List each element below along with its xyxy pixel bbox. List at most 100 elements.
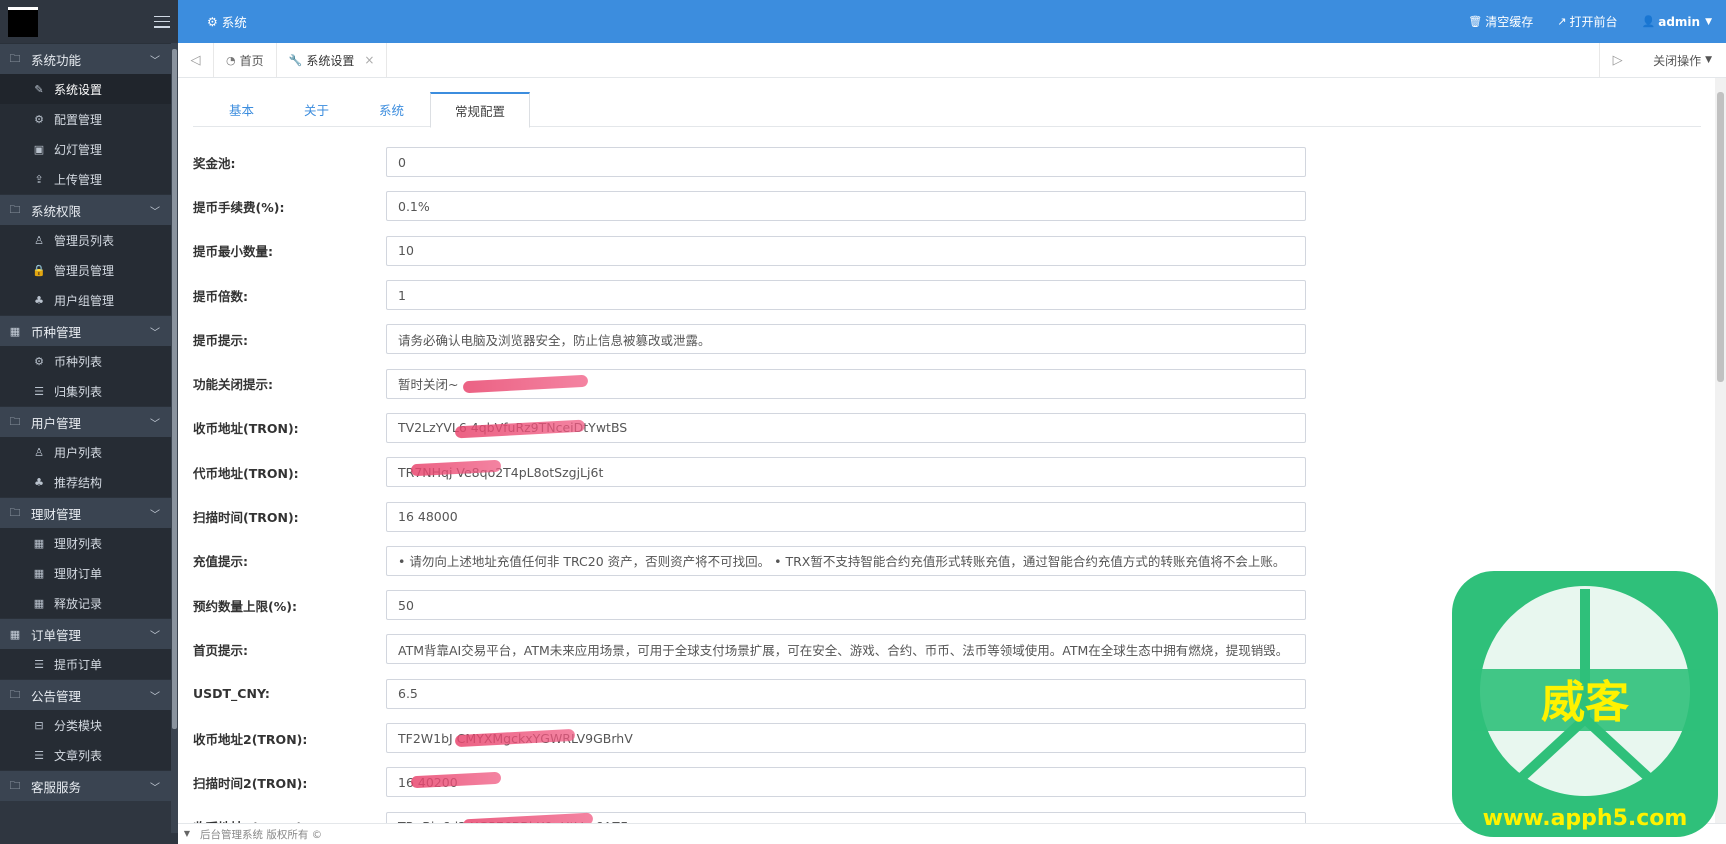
sidebar-item[interactable]: ▦ 理财订单 bbox=[0, 558, 178, 588]
sidebar-group: 🗀 用户管理 ﹀ ♙ 用户列表 ♣ 推荐结构 bbox=[0, 406, 178, 497]
field-input[interactable]: 0 bbox=[386, 147, 1306, 178]
sidebar-item[interactable]: ♣ 推荐结构 bbox=[0, 467, 178, 497]
sidebar: 🗀 系统功能 ﹀ ✎ 系统设置 ⚙ 配置管理 ▣ 幻灯管理 ⇪ 上传管理 🗀 系统权限 ﹀ ♙ 管理员列表 🔒 管… bbox=[0, 0, 178, 844]
field-label: 收币地址(TRON): bbox=[193, 421, 299, 437]
sidebar-item[interactable]: ♣ 用户组管理 bbox=[0, 285, 178, 315]
footer-text: 后台管理系统 版权所有 © bbox=[200, 828, 323, 841]
main-scroll-thumb[interactable] bbox=[1717, 92, 1724, 382]
menu-toggle-icon[interactable] bbox=[154, 15, 170, 28]
sidebar-item-label: 币种列表 bbox=[54, 354, 103, 369]
field-input[interactable]: 请务必确认电脑及浏览器安全，防止信息被篡改或泄露。 bbox=[386, 324, 1306, 355]
sidebar-item-label: 理财列表 bbox=[54, 536, 103, 551]
tab-system-settings-label: 系统设置 bbox=[306, 53, 355, 68]
field-input[interactable]: TR7NHqj Ve8qo2T4pL8otSzgjLj6t bbox=[386, 457, 1306, 488]
form-row: 功能关闭提示: 暂时关闭~ bbox=[193, 361, 1701, 405]
tab-system-settings[interactable]: 🔧 系统设置 × bbox=[277, 43, 388, 77]
caret-down-icon: ▼ bbox=[1705, 55, 1712, 65]
sidebar-scrollbar[interactable] bbox=[171, 43, 178, 833]
sidebar-group-header[interactable]: 🗀 公告管理 ﹀ bbox=[0, 679, 178, 710]
sidebar-item-label: 管理员管理 bbox=[54, 263, 115, 278]
caret-down-icon: ▼ bbox=[1705, 16, 1712, 27]
settings-tabs: 基本 关于 系统 常规配置 bbox=[193, 92, 1701, 128]
sidebar-group-label: 订单管理 bbox=[31, 627, 82, 643]
field-label: 首页提示: bbox=[193, 642, 248, 658]
sidebar-item[interactable]: ☰ 提币订单 bbox=[0, 649, 178, 679]
wrench-icon: ✎ bbox=[34, 82, 44, 96]
sidebar-item[interactable]: ☰ 文章列表 bbox=[0, 740, 178, 770]
grid-icon: ▦ bbox=[9, 324, 21, 338]
grid-icon: ▦ bbox=[9, 627, 21, 641]
field-input[interactable]: 16 40200 bbox=[386, 767, 1306, 798]
wrench-icon: 🔧 bbox=[288, 53, 303, 67]
clear-cache-button[interactable]: 🗑 清空缓存 bbox=[1468, 13, 1533, 30]
upload-icon: ⇪ bbox=[34, 172, 44, 186]
section-title[interactable]: ⚙ 系统 bbox=[207, 12, 247, 31]
tab-scroll-right-icon[interactable]: ▷ bbox=[1599, 43, 1635, 77]
sidebar-item-label: 释放记录 bbox=[54, 596, 103, 611]
field-label: 充值提示: bbox=[193, 554, 248, 570]
settings-tab[interactable]: 基本 bbox=[193, 92, 278, 127]
cogs-icon: ⚙ bbox=[34, 112, 44, 126]
field-input[interactable]: 0.1% bbox=[386, 191, 1306, 222]
sidebar-scroll-thumb[interactable] bbox=[172, 49, 177, 729]
folder-icon: 🗀 bbox=[9, 505, 21, 519]
scroll-down-arrow-icon[interactable]: ▼ bbox=[178, 823, 196, 844]
sidebar-group-header[interactable]: 🗀 系统权限 ﹀ bbox=[0, 194, 178, 225]
sidebar-group-header[interactable]: 🗀 用户管理 ﹀ bbox=[0, 406, 178, 437]
page-tab-strip: ◁ ◔ 首页 🔧 系统设置 × ▷ 关闭操作 ▼ bbox=[178, 43, 1726, 78]
user-menu[interactable]: 👤 admin ▼ bbox=[1642, 15, 1712, 29]
sidebar-item[interactable]: ⚙ 配置管理 bbox=[0, 104, 178, 134]
close-operations-label: 关闭操作 bbox=[1653, 53, 1702, 68]
sidebar-item-label: 提币订单 bbox=[54, 657, 103, 672]
sidebar-item[interactable]: ⇪ 上传管理 bbox=[0, 164, 178, 194]
sidebar-group-header[interactable]: 🗀 客服服务 ﹀ bbox=[0, 770, 178, 801]
settings-tab[interactable]: 系统 bbox=[355, 92, 428, 127]
sidebar-item[interactable]: ♙ 管理员列表 bbox=[0, 225, 178, 255]
logo-area bbox=[0, 0, 178, 43]
field-input[interactable]: 50 bbox=[386, 590, 1306, 621]
form-row: 奖金池: 0 bbox=[193, 140, 1701, 184]
sidebar-item[interactable]: ▦ 释放记录 bbox=[0, 588, 178, 618]
field-input[interactable]: 16 48000 bbox=[386, 501, 1306, 532]
field-input[interactable]: ATM背靠AI交易平台，ATM未来应用场景，可用于全球支付场景扩展，可在安全、游… bbox=[386, 634, 1306, 665]
sidebar-group-label: 客服服务 bbox=[31, 779, 82, 795]
user-icon: ♙ bbox=[34, 233, 44, 247]
sidebar-group-header[interactable]: ▦ 订单管理 ﹀ bbox=[0, 618, 178, 649]
open-front-button[interactable]: ↗ 打开前台 bbox=[1557, 13, 1617, 30]
sidebar-group-label: 系统权限 bbox=[31, 203, 82, 219]
tab-home[interactable]: ◔ 首页 bbox=[214, 43, 277, 77]
sidebar-group-header[interactable]: ▦ 币种管理 ﹀ bbox=[0, 315, 178, 346]
sidebar-item[interactable]: ☰ 归集列表 bbox=[0, 376, 178, 406]
sidebar-group-header[interactable]: 🗀 系统功能 ﹀ bbox=[0, 43, 178, 74]
sidebar-item[interactable]: ▦ 理财列表 bbox=[0, 528, 178, 558]
chevron-down-icon: ﹀ bbox=[150, 691, 160, 703]
sidebar-item[interactable]: ✎ 系统设置 bbox=[0, 74, 178, 104]
field-input[interactable]: 6.5 bbox=[386, 678, 1306, 709]
settings-tab[interactable]: 关于 bbox=[280, 92, 353, 127]
close-tab-icon[interactable]: × bbox=[364, 53, 374, 67]
close-operations-button[interactable]: 关闭操作 ▼ bbox=[1635, 43, 1726, 77]
sidebar-item[interactable]: ♙ 用户列表 bbox=[0, 437, 178, 467]
clear-cache-label: 清空缓存 bbox=[1485, 15, 1534, 29]
tab-scroll-left-icon[interactable]: ◁ bbox=[178, 43, 214, 77]
sidebar-item[interactable]: ▣ 幻灯管理 bbox=[0, 134, 178, 164]
sidebar-item-label: 系统设置 bbox=[54, 82, 103, 97]
grid-icon: ▦ bbox=[33, 566, 45, 580]
settings-tab[interactable]: 常规配置 bbox=[430, 92, 531, 128]
sidebar-group-label: 理财管理 bbox=[31, 506, 82, 522]
sidebar-group-header[interactable]: 🗀 理财管理 ﹀ bbox=[0, 497, 178, 528]
field-label: 提币最小数量: bbox=[193, 244, 273, 260]
field-label: 功能关闭提示: bbox=[193, 377, 273, 393]
field-input[interactable]: 10 bbox=[386, 235, 1306, 266]
field-input[interactable]: 1 bbox=[386, 280, 1306, 311]
field-input[interactable]: • 请勿向上述地址充值任何非 TRC20 资产，否则资产将不可找回。 • TRX… bbox=[386, 545, 1306, 576]
sidebar-item-label: 分类模块 bbox=[54, 718, 103, 733]
dashboard-icon: ◔ bbox=[226, 53, 236, 67]
section-label: 系统 bbox=[221, 15, 247, 30]
sidebar-item[interactable]: ⚙ 币种列表 bbox=[0, 346, 178, 376]
sidebar-item[interactable]: ⊟ 分类模块 bbox=[0, 710, 178, 740]
logo[interactable] bbox=[8, 6, 38, 37]
sidebar-item-label: 理财订单 bbox=[54, 566, 103, 581]
sidebar-item[interactable]: 🔒 管理员管理 bbox=[0, 255, 178, 285]
form-row: 提币最小数量: 10 bbox=[193, 229, 1701, 273]
